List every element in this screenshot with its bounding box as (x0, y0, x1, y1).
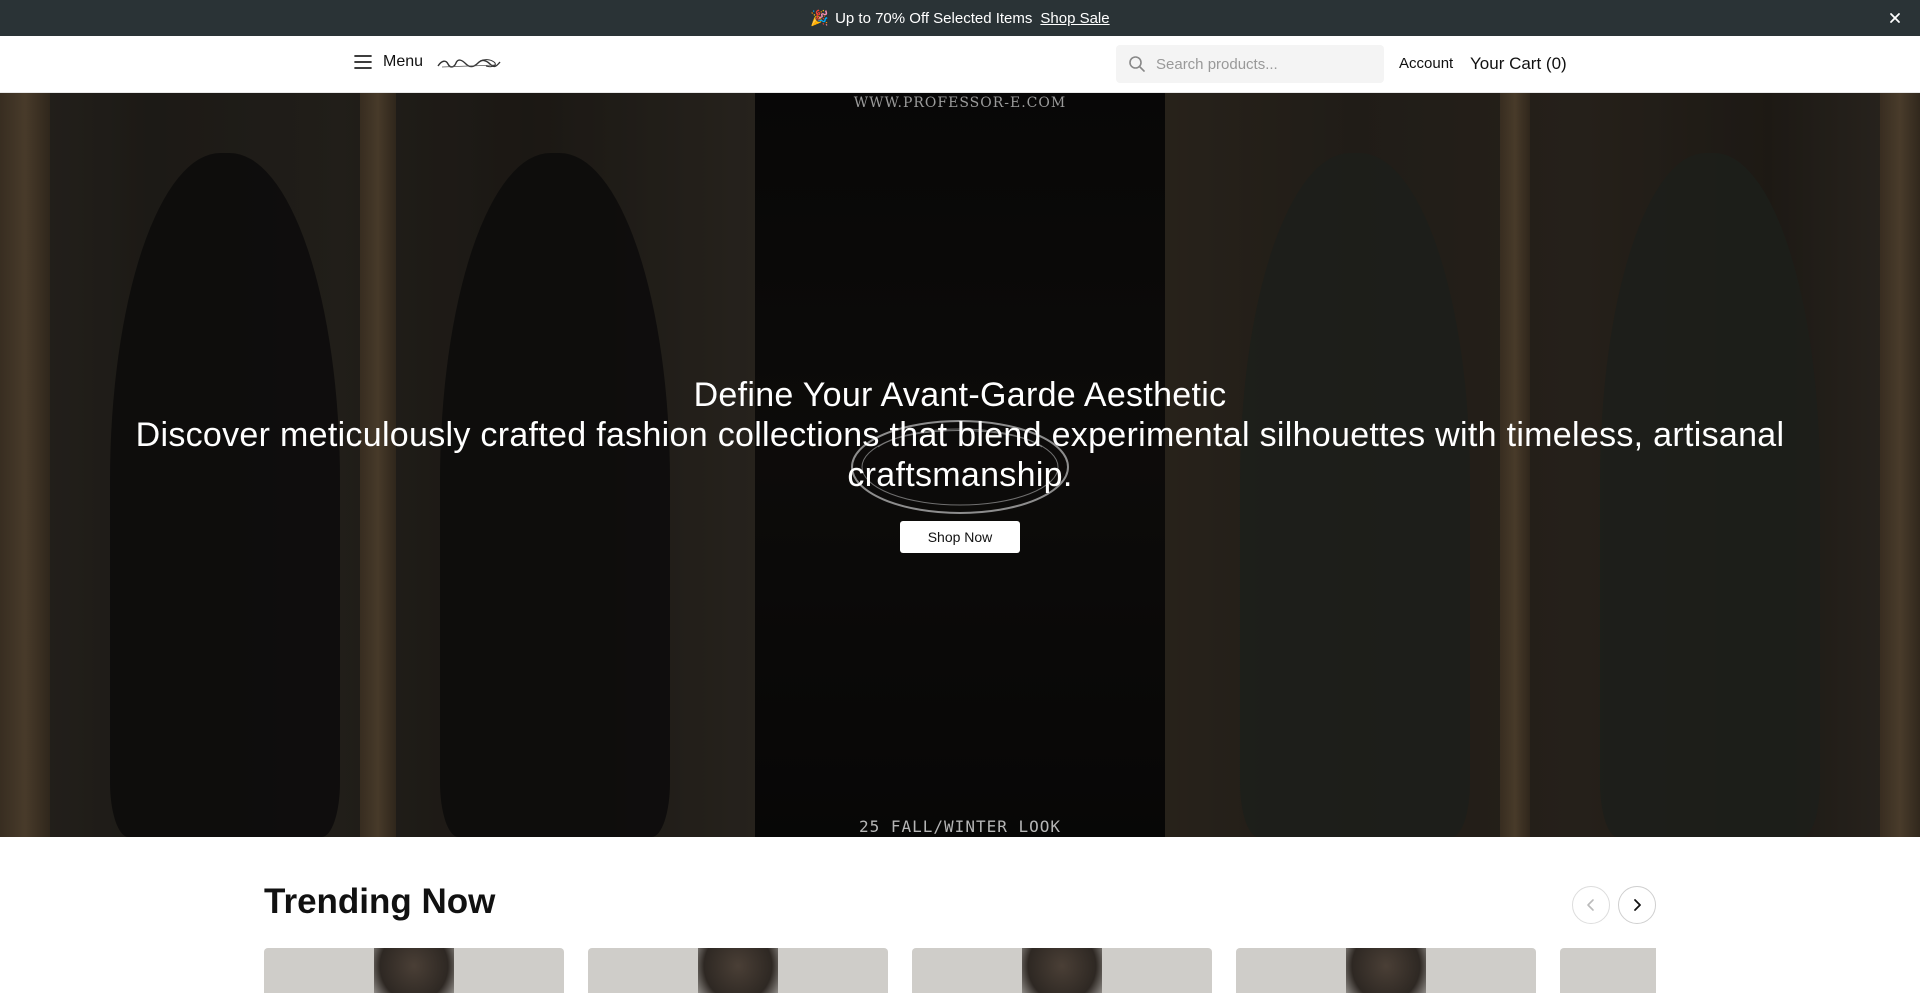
product-card[interactable] (912, 948, 1212, 993)
search-bar[interactable] (1116, 45, 1384, 83)
hamburger-icon (354, 55, 372, 69)
product-image (698, 948, 778, 993)
product-image (1346, 948, 1426, 993)
chevron-left-icon (1587, 899, 1594, 911)
site-header: Menu Account Your Cart (0) (0, 36, 1920, 93)
shop-sale-link[interactable]: Shop Sale (1040, 10, 1109, 27)
search-icon (1129, 56, 1145, 72)
hero-title: Define Your Avant-Garde Aesthetic (693, 376, 1227, 414)
product-card[interactable] (264, 948, 564, 993)
hero-content: Define Your Avant-Garde Aesthetic Discov… (0, 93, 1920, 837)
product-image (374, 948, 454, 993)
hero-banner: WWW.PROFESSOR-E.COM 25 FALL/WINTER LOOK … (0, 93, 1920, 837)
close-icon[interactable] (1886, 9, 1904, 27)
trending-title: Trending Now (264, 882, 496, 921)
announcement-text: Up to 70% Off Selected Items (835, 9, 1033, 27)
cart-link[interactable]: Your Cart (0) (1470, 54, 1567, 74)
shop-now-button[interactable]: Shop Now (900, 521, 1020, 553)
hero-subtitle: Discover meticulously crafted fashion co… (135, 416, 1785, 494)
brand-logo[interactable] (436, 57, 502, 71)
party-icon: 🎉 (810, 10, 830, 27)
announcement-bar: 🎉 Up to 70% Off Selected Items Shop Sale (0, 0, 1920, 36)
account-link[interactable]: Account (1399, 55, 1453, 72)
chevron-right-icon (1634, 899, 1641, 911)
menu-label: Menu (383, 53, 424, 70)
trending-carousel (264, 948, 1656, 993)
product-card[interactable] (1236, 948, 1536, 993)
carousel-prev-button[interactable] (1572, 886, 1610, 924)
product-card[interactable] (588, 948, 888, 993)
search-input[interactable] (1156, 55, 1376, 73)
carousel-next-button[interactable] (1618, 886, 1656, 924)
product-card[interactable] (1560, 948, 1656, 993)
product-image (1022, 948, 1102, 993)
menu-button[interactable]: Menu (354, 53, 423, 71)
